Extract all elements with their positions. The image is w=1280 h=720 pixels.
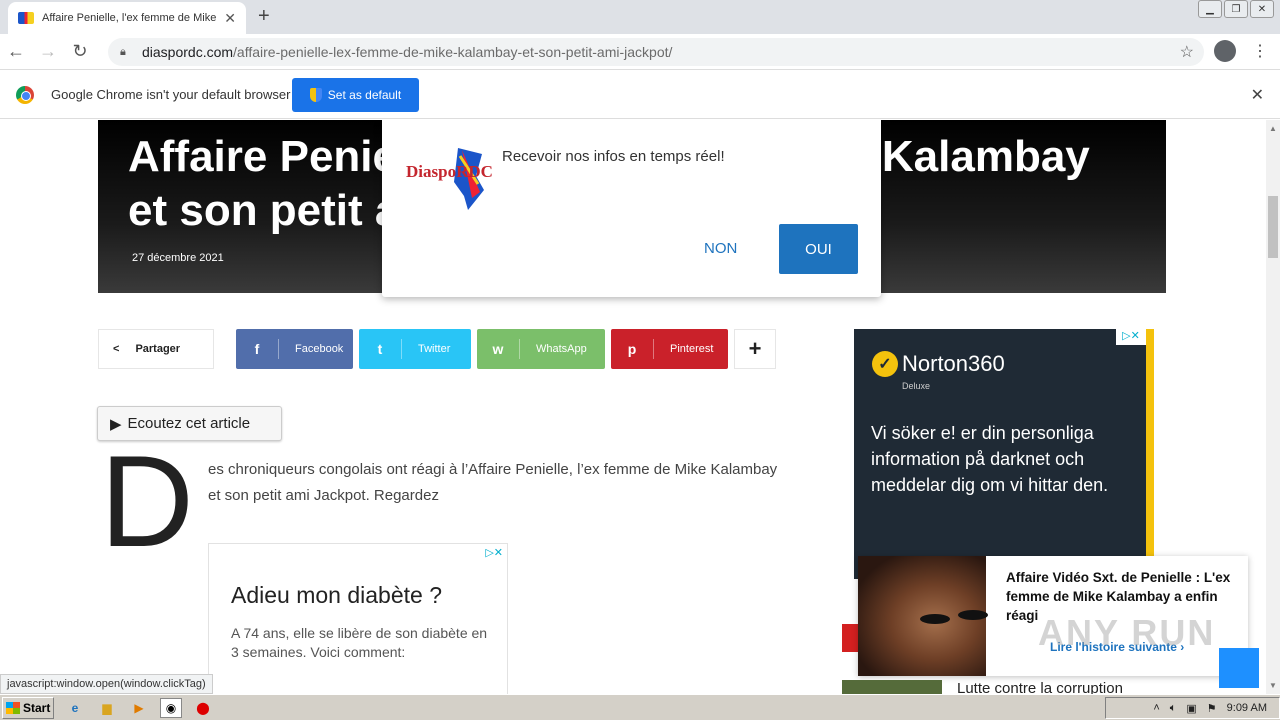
adchoices-icon[interactable]: ▷✕ [485,546,503,559]
menu-kebab-icon[interactable]: ⋮ [1252,41,1268,61]
whatsapp-icon: w [492,341,504,357]
url-host: diaspordc.com [142,44,234,60]
checkmark-icon: ✓ [872,351,898,377]
scroll-up-icon[interactable]: ▲ [1269,124,1277,133]
whatsapp-label: WhatsApp [536,343,587,355]
tray-arrow-icon[interactable]: ˄ [1153,702,1159,714]
article-date: 27 décembre 2021 [132,252,224,264]
page-scrollbar[interactable]: ▲ ▼ [1266,120,1280,694]
status-bar: javascript:window.open(window.clickTag) [0,674,213,694]
whatsapp-share-button[interactable]: w WhatsApp [477,329,605,369]
volume-icon[interactable]: 🔈︎ [1170,702,1177,715]
chrome-logo-icon [16,86,34,104]
norton-brand: Norton360 [902,351,1005,376]
next-article-title[interactable]: Lutte contre la corruption [957,680,1123,694]
article-body: es chroniqueurs congolais ont réagi à l’… [208,461,778,504]
norton-logo: ✓ Norton360 [872,351,1005,377]
share-icon: < [113,343,120,355]
ad-headline: Adieu mon diabète ? [231,582,442,608]
scrollbar-thumb[interactable] [1268,196,1278,258]
web-page: Affaire Penielle, l'ex femme de Mike Kal… [0,120,1266,694]
ie-icon[interactable]: e [64,698,86,718]
category-tag [842,624,858,652]
set-default-button[interactable]: Set as default [292,78,419,112]
share-label-box: < Partager [98,329,214,369]
media-player-icon[interactable]: ▶ [128,698,150,718]
taskbar: Start e ▆ ▶ ◉ ⬤ ˄ 🔈︎ ▣ ⚑ 9:09 AM [0,694,1280,720]
back-arrow-icon[interactable]: ← [0,41,32,62]
more-share-plus-icon[interactable]: + [734,329,776,369]
pinterest-label: Pinterest [670,343,714,355]
modal-yes-button[interactable]: OUI [779,224,858,274]
site-favicon-icon [18,12,34,24]
facebook-icon: f [254,341,260,357]
tab-close-icon[interactable]: ✕ [224,10,236,27]
norton-sub: Deluxe [902,381,931,391]
twitter-icon: t [377,341,383,357]
network-icon[interactable]: ▣ [1186,702,1196,715]
twitter-share-button[interactable]: t Twitter [359,329,471,369]
scroll-down-icon[interactable]: ▼ [1269,681,1277,690]
windows-logo-icon [6,701,20,714]
adchoices-icon[interactable]: ▷✕ [1116,329,1146,345]
logo-text: DiaspoRDC [406,162,493,181]
bookmark-star-icon[interactable]: ☆ [1180,42,1194,62]
chrome-taskbar-icon[interactable]: ◉ [160,697,182,718]
drop-cap: D [100,428,194,574]
clock: 9:09 AM [1226,702,1267,714]
folder-icon[interactable]: ▆ [96,698,118,718]
tab-strip: Affaire Penielle, l'ex femme de Mike Kal… [0,0,1280,34]
ad-text: A 74 ans, elle se libère de son diabète … [231,625,488,660]
infobar-text: Google Chrome isn't your default browser [51,87,291,102]
address-bar[interactable]: 🔒︎ diaspordc.com /affaire-penielle-lex-f… [108,38,1204,66]
share-label: Partager [135,343,181,355]
default-browser-infobar: Google Chrome isn't your default browser… [0,71,1280,119]
back-to-top-button[interactable] [1219,648,1259,688]
facebook-share-button[interactable]: f Facebook [236,329,353,369]
set-default-label: Set as default [327,88,402,102]
close-window-icon[interactable]: ✕ [1250,0,1274,18]
facebook-label: Facebook [295,343,344,355]
flag-icon[interactable]: ⚑ [1207,702,1217,715]
reload-icon[interactable]: ↻ [64,41,96,62]
stop-icon[interactable]: ⬤ [192,698,214,718]
browser-toolbar: ← → ↻ 🔒︎ diaspordc.com /affaire-penielle… [0,34,1280,70]
browser-tab[interactable]: Affaire Penielle, l'ex femme de Mike Kal… [8,2,246,34]
twitter-label: Twitter [418,343,451,355]
minimize-icon[interactable]: ▁ [1198,0,1222,18]
lock-icon: 🔒︎ [120,45,126,58]
start-label: Start [23,700,51,715]
pinterest-share-button[interactable]: p Pinterest [611,329,728,369]
related-article-image [858,556,986,676]
norton-ad[interactable]: ▷✕ ✓ Norton360 Deluxe Vi söker e! er din… [854,329,1154,579]
window-controls: ▁ ❐ ✕ [1198,0,1274,18]
modal-message: Recevoir nos infos en temps réel! [502,148,725,165]
start-button[interactable]: Start [2,696,54,719]
norton-body: Vi söker e! er din personliga informatio… [871,423,1109,495]
forward-arrow-icon[interactable]: → [32,41,64,62]
system-tray: ˄ 🔈︎ ▣ ⚑ 9:09 AM [1105,697,1280,719]
notification-modal: DiaspoRDC Recevoir nos infos en temps ré… [382,120,881,297]
infobar-close-icon[interactable]: ✕ [1251,85,1264,105]
profile-avatar-icon[interactable] [1214,40,1236,62]
diabetes-ad[interactable]: ▷✕ Adieu mon diabète ? A 74 ans, elle se… [208,543,508,694]
tab-title: Affaire Penielle, l'ex femme de Mike Kal… [42,12,218,24]
pinterest-icon: p [627,341,637,357]
modal-no-button[interactable]: NON [704,240,737,257]
next-article-thumbnail[interactable] [842,680,942,694]
shield-icon [309,88,322,102]
anyrun-watermark: ANY RUN [1038,612,1216,653]
restore-icon[interactable]: ❐ [1224,0,1248,18]
url-path: /affaire-penielle-lex-femme-de-mike-kala… [233,44,673,60]
new-tab-button[interactable]: + [258,5,270,28]
